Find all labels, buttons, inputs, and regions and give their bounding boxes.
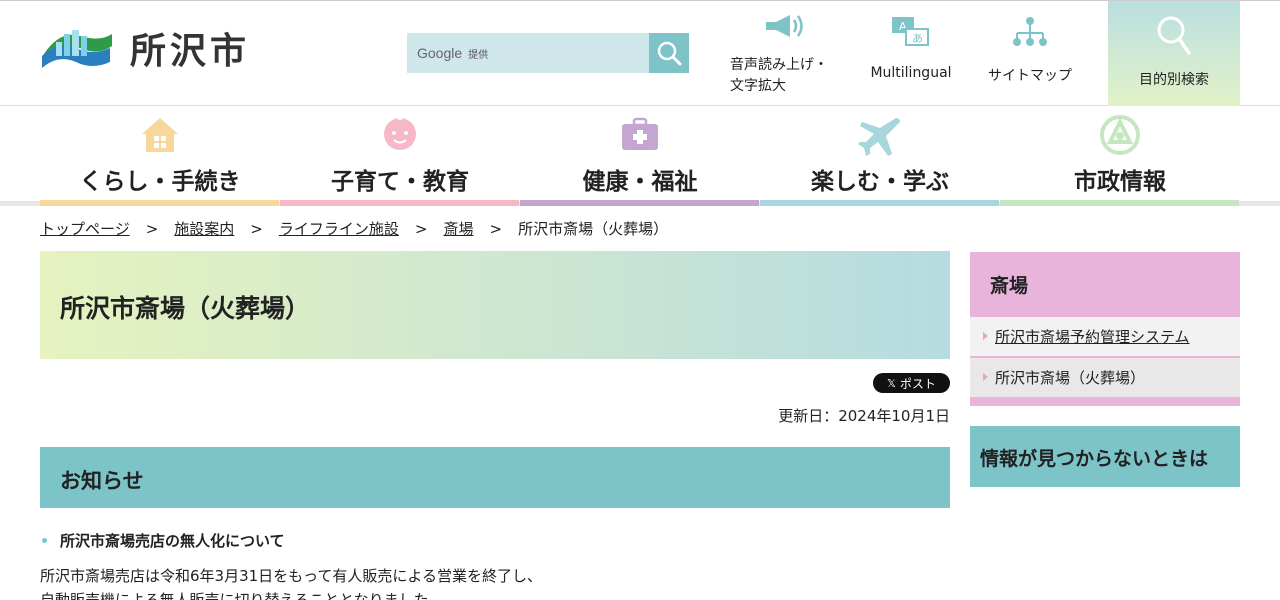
voice-reader-link[interactable]: 音声読み上げ・ 文字拡大 [730, 11, 840, 97]
logo-text: 所沢市 [130, 31, 251, 72]
gnav-item-childcare[interactable]: 子育て・教育 [280, 110, 520, 206]
breadcrumb-link-facilities[interactable]: 施設案内 [174, 218, 234, 239]
breadcrumb-current: 所沢市斎場（火葬場） [518, 220, 669, 238]
purpose-search-label: 目的別検索 [1139, 72, 1209, 88]
baby-icon [384, 117, 416, 150]
gnav-bar [280, 200, 519, 206]
gnav-bar [40, 200, 279, 206]
search-provider: Google [417, 45, 463, 61]
site-header: 所沢市 Google 提供 音声読み上げ・ 文字拡大 A あ Multiling… [0, 0, 1280, 106]
updated-date: 更新日：2024年10月1日 [778, 407, 950, 425]
gnav-item-living[interactable]: くらし・手続き [40, 110, 280, 206]
breadcrumb-separator: > [145, 219, 159, 238]
not-found-label: 情報が見つからないときは [980, 448, 1209, 470]
sidebar-heading-box: 斎場 [970, 252, 1240, 313]
gnav-label: 市政情報 [1074, 169, 1166, 195]
medical-bag-icon [622, 117, 658, 150]
news-item: 所沢市斎場売店の無人化について [42, 530, 285, 551]
breadcrumb-separator: > [414, 219, 428, 238]
breadcrumb-separator: > [250, 219, 263, 238]
multilingual-link[interactable]: A あ Multilingual [866, 11, 956, 81]
news-heading: お知らせ [60, 469, 144, 493]
page-title: 所沢市斎場（火葬場） [60, 294, 311, 323]
sidebar-item-label[interactable]: 所沢市斎場予約管理システム [995, 326, 1190, 347]
gnav-item-enjoy-learn[interactable]: 楽しむ・学ぶ [760, 110, 1000, 206]
city-emblem-icon [1100, 115, 1140, 155]
megaphone-icon [766, 15, 803, 37]
gnav-item-health[interactable]: 健康・福祉 [520, 110, 760, 206]
search-icon [1157, 16, 1191, 55]
gnav-label: 健康・福祉 [582, 169, 698, 195]
sidebar-item-current: 所沢市斎場（火葬場） [970, 358, 1240, 397]
search-button[interactable] [649, 33, 689, 73]
site-search: Google 提供 [407, 33, 689, 73]
gnav-label: 楽しむ・学ぶ [811, 169, 949, 195]
site-logo[interactable]: 所沢市 [40, 23, 280, 73]
sitemap-label: サイトマップ [988, 68, 1072, 84]
purpose-search-button[interactable]: 目的別検索 [1108, 1, 1240, 106]
sidebar-item-label: 所沢市斎場（火葬場） [995, 369, 1146, 387]
gnav-bar [760, 200, 999, 206]
news-body: 所沢市斎場売店は令和6年3月31日をもって有人販売による営業を終了し、 自動販売… [40, 564, 542, 600]
svg-text:あ: あ [912, 32, 923, 45]
gnav-bar [1000, 200, 1239, 206]
voice-label-line1: 音声読み上げ・ [730, 57, 828, 73]
gnav-label: くらし・手続き [79, 169, 241, 195]
gnav-label: 子育て・教育 [331, 169, 469, 195]
breadcrumb-link-funeral-hall[interactable]: 斎場 [443, 218, 473, 239]
not-found-link[interactable]: 情報が見つからないときは [970, 426, 1240, 487]
page-title-box: 所沢市斎場（火葬場） [40, 251, 950, 359]
sidebar-heading: 斎場 [990, 275, 1029, 297]
x-post-label: ポスト [899, 376, 936, 391]
news-heading-box: お知らせ [40, 447, 950, 508]
translate-icon: A あ [892, 17, 929, 46]
sitemap-icon [1013, 17, 1047, 46]
city-logo-icon [42, 30, 112, 68]
bullet-icon [42, 538, 47, 543]
voice-label-line2: 文字拡大 [730, 78, 786, 94]
search-provided-label: 提供 [468, 49, 489, 61]
news-item-title: 所沢市斎場売店の無人化について [60, 532, 285, 550]
airplane-icon [858, 118, 900, 156]
news-body-line1: 所沢市斎場売店は令和6年3月31日をもって有人販売による営業を終了し、 [40, 567, 542, 585]
breadcrumb: トップページ > 施設案内 > ライフライン施設 > 斎場 > 所沢市斎場（火葬… [40, 218, 668, 239]
breadcrumb-link-top[interactable]: トップページ [40, 218, 130, 239]
x-logo-icon: 𝕏 [887, 376, 896, 390]
news-body-line2: 自動販売機による無人販売に切り替えることとなりました。 [40, 591, 444, 600]
breadcrumb-separator: > [489, 219, 503, 238]
sitemap-link[interactable]: サイトマップ [980, 11, 1080, 85]
search-input[interactable]: Google 提供 [407, 33, 649, 73]
x-post-button[interactable]: 𝕏 ポスト [873, 373, 950, 393]
breadcrumb-link-lifeline[interactable]: ライフライン施設 [279, 218, 399, 239]
gnav-item-city-info[interactable]: 市政情報 [1000, 110, 1240, 206]
multilingual-label: Multilingual [870, 65, 952, 81]
gnav-bar [520, 200, 759, 206]
global-nav: くらし・手続き 子育て・教育 健康・福祉 楽しむ・学ぶ 市政情報 [40, 110, 1240, 206]
sidebar-item-reservation[interactable]: 所沢市斎場予約管理システム [970, 317, 1240, 356]
search-icon [657, 41, 682, 66]
house-icon [142, 118, 178, 152]
sidebar-list: 所沢市斎場予約管理システム 所沢市斎場（火葬場） [970, 313, 1240, 406]
